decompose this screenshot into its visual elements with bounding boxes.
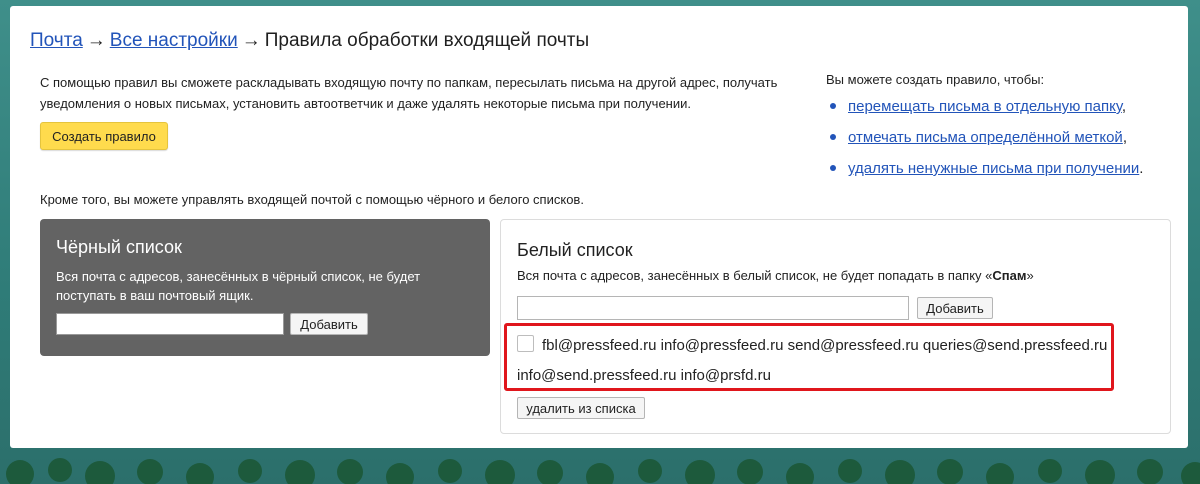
- breadcrumb-all-settings-link[interactable]: Все настройки: [110, 30, 238, 51]
- page-title: Правила обработки входящей почты: [264, 30, 590, 51]
- whitelist-description-text: Вся почта с адресов, занесённых в белый …: [517, 268, 993, 283]
- breadcrumb-arrow-icon: →: [86, 30, 106, 51]
- punctuation: ,: [1121, 98, 1127, 115]
- list-item: удалять ненужные письма при получении.: [826, 160, 1143, 191]
- breadcrumb-arrow-icon: →: [241, 30, 261, 51]
- blacklist-section: Чёрный список Вся почта с адресов, занес…: [40, 219, 490, 356]
- list-item: info@send.pressfeed.ru info@prsfd.ru: [517, 361, 1113, 391]
- whitelist-entry-text: fbl@pressfeed.ru info@pressfeed.ru send@…: [542, 337, 1108, 354]
- breadcrumb: Почта → Все настройки → Правила обработки вх…: [30, 30, 589, 52]
- rules-info-list: перемещать письма в отдельную папку, отм…: [826, 98, 1143, 191]
- lists-intro-text: Кроме того, вы можете управлять входящей…: [40, 192, 584, 207]
- punctuation: .: [1139, 160, 1144, 177]
- whitelist-address-input[interactable]: [517, 296, 909, 320]
- whitelist-description-end: »: [1026, 268, 1034, 283]
- delete-unwanted-link[interactable]: удалять ненужные письма при получении: [848, 160, 1139, 177]
- punctuation: ,: [1122, 129, 1127, 146]
- list-item: fbl@pressfeed.ru info@pressfeed.ru send@…: [517, 331, 1113, 361]
- whitelist-entries: fbl@pressfeed.ru info@pressfeed.ru send@…: [517, 331, 1113, 391]
- spam-folder-name: Спам: [992, 268, 1027, 283]
- blacklist-add-button[interactable]: Добавить: [290, 313, 368, 335]
- move-to-folder-link[interactable]: перемещать письма в отдельную папку: [848, 98, 1122, 115]
- whitelist-entry-text: info@send.pressfeed.ru info@prsfd.ru: [517, 367, 771, 384]
- blacklist-title: Чёрный список: [56, 237, 182, 257]
- whitelist-title: Белый список: [517, 240, 633, 260]
- whitelist-section: Белый список Вся почта с адресов, занесё…: [500, 219, 1171, 434]
- rules-info-title: Вы можете создать правило, чтобы:: [826, 72, 1045, 87]
- bullet-icon: [830, 134, 836, 140]
- create-rule-button[interactable]: Создать правило: [40, 122, 168, 150]
- breadcrumb-mail-link[interactable]: Почта: [30, 30, 83, 51]
- list-item: перемещать письма в отдельную папку,: [826, 98, 1143, 129]
- blacklist-address-input[interactable]: [56, 313, 284, 335]
- mark-with-label-link[interactable]: отмечать письма определённой меткой: [848, 129, 1123, 146]
- bullet-icon: [830, 165, 836, 171]
- background-foliage: [6, 458, 1200, 484]
- whitelist-description: Вся почта с адресов, занесённых в белый …: [517, 268, 1034, 283]
- whitelist-add-button[interactable]: Добавить: [917, 297, 993, 319]
- rules-intro-text: С помощью правил вы сможете раскладывать…: [40, 75, 778, 111]
- list-item: отмечать письма определённой меткой,: [826, 129, 1143, 160]
- blacklist-description: Вся почта с адресов, занесённых в чёрный…: [56, 269, 421, 303]
- remove-from-list-button[interactable]: удалить из списка: [517, 397, 645, 419]
- bullet-icon: [830, 103, 836, 109]
- whitelist-entry-checkbox[interactable]: [517, 335, 534, 352]
- settings-panel: Почта → Все настройки → Правила обработки вх…: [10, 6, 1188, 448]
